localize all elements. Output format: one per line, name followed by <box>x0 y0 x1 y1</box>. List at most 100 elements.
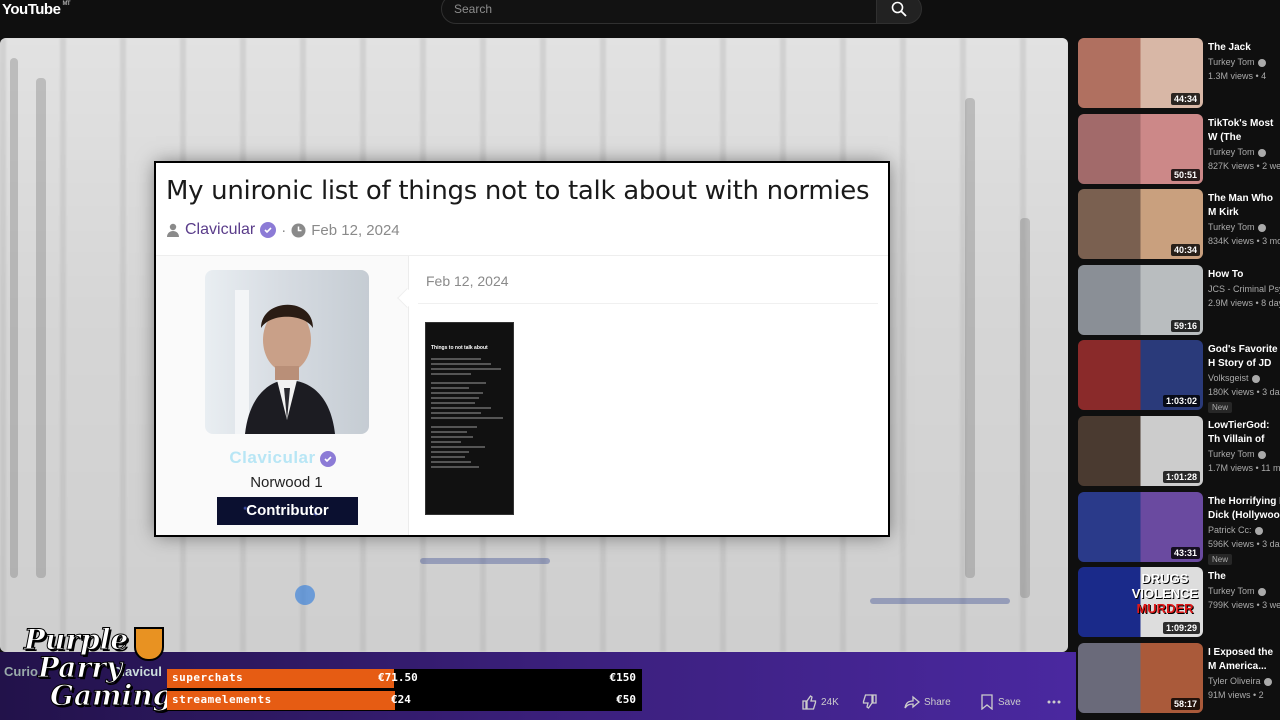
channel-name[interactable]: Turkey Tom <box>1208 222 1266 232</box>
channel-name[interactable]: Volksgeist <box>1208 373 1260 383</box>
share-icon <box>904 695 920 709</box>
video-duration: 58:17 <box>1170 698 1200 710</box>
recommended-video[interactable]: 43:31 The Horrifying I Dick (Hollywoo Patr… <box>1078 492 1280 565</box>
dislike-button[interactable] <box>862 694 878 710</box>
attachment-title: Things to not talk about <box>431 345 488 351</box>
verified-icon <box>1263 677 1272 686</box>
video-duration: 59:16 <box>1170 320 1200 332</box>
more-horizontal-icon <box>1047 700 1061 704</box>
verified-icon <box>1251 374 1260 383</box>
contributor-badge: Contributor <box>217 497 358 525</box>
channel-name[interactable]: Turkey Tom <box>1208 57 1266 67</box>
verified-icon <box>1257 223 1266 232</box>
channel-name[interactable]: Turkey Tom <box>1208 147 1266 157</box>
share-button[interactable]: Share <box>904 694 951 710</box>
video-thumbnail[interactable]: DRUGS VIOLENCE MURDER 1:09:29 <box>1078 567 1203 637</box>
crest-icon <box>134 627 164 661</box>
view-count: 2.9M views • 8 day <box>1208 298 1280 308</box>
profile-user-title: Norwood 1 <box>250 474 323 491</box>
clock-icon <box>291 223 306 237</box>
recommended-video-title[interactable]: The Bodybuilde <box>1208 570 1280 584</box>
recommended-video-title[interactable]: How To Interrog <box>1208 268 1280 282</box>
channel-name[interactable]: Patrick Cc: <box>1208 525 1263 535</box>
video-thumbnail[interactable]: 59:16 <box>1078 265 1203 335</box>
video-thumbnail[interactable]: 44:34 <box>1078 38 1203 108</box>
recommendations-sidebar: 44:34 The Jack Doher Turkey Tom 1.3M views … <box>1076 38 1280 720</box>
view-count: 1.7M views • 11 m <box>1208 463 1280 473</box>
avatar[interactable] <box>205 270 369 434</box>
recommended-video[interactable]: 1:01:28 LowTierGod: Th Villain of Comp Tur… <box>1078 416 1280 488</box>
channel-name[interactable]: JCS - Criminal Psy <box>1208 284 1280 294</box>
recommended-video[interactable]: 50:51 TikTok's Most W (The Buddey) Turkey … <box>1078 114 1280 186</box>
channel-name[interactable]: Tyler Oliveira <box>1208 676 1272 686</box>
goal-label: streamelements <box>172 693 272 706</box>
recommended-video[interactable]: 58:17 I Exposed the M America... Tyler Oli… <box>1078 643 1280 715</box>
verified-icon <box>1257 450 1266 459</box>
video-thumbnail[interactable]: 58:17 <box>1078 643 1203 713</box>
attachment-screenshot[interactable]: Things to not talk about <box>425 322 514 515</box>
post-body-date: Feb 12, 2024 <box>426 273 509 289</box>
more-options-button[interactable] <box>1046 694 1062 710</box>
video-thumbnail[interactable]: 1:03:02 <box>1078 340 1203 410</box>
recommended-video-title[interactable]: LowTierGod: Th Villain of Comp <box>1208 419 1280 447</box>
top-bar: YouTube MT Search <box>0 0 1280 36</box>
like-button[interactable]: 24K <box>801 694 839 710</box>
recommended-video-title[interactable]: The Jack Doher <box>1208 41 1280 55</box>
recommended-video[interactable]: 1:03:02 God's Favorite H Story of JD Van V… <box>1078 340 1280 413</box>
bg-shape <box>965 98 975 578</box>
recommended-video-title[interactable]: The Horrifying I Dick (Hollywoo <box>1208 495 1280 523</box>
thumbnail-word: DRUGS <box>1141 571 1189 586</box>
bg-shape <box>10 58 18 578</box>
recommended-video-title[interactable]: The Man Who M Kirk <box>1208 192 1280 220</box>
video-thumbnail[interactable]: 1:01:28 <box>1078 416 1203 486</box>
recommended-video-title[interactable]: God's Favorite H Story of JD Van <box>1208 343 1280 371</box>
verified-icon <box>1257 587 1266 596</box>
view-count: 834K views • 3 mo <box>1208 236 1280 246</box>
channel-name-text: Turkey Tom <box>1208 57 1255 67</box>
recommended-video-title[interactable]: TikTok's Most W (The Buddey) <box>1208 117 1280 145</box>
profile-username[interactable]: Clavicular <box>156 448 409 468</box>
goal-label: superchats <box>172 671 244 684</box>
recommended-video[interactable]: 44:34 The Jack Doher Turkey Tom 1.3M views … <box>1078 38 1280 110</box>
channel-name[interactable]: Turkey Tom <box>1208 449 1266 459</box>
meta-separator: · <box>281 221 287 239</box>
recommended-video-title[interactable]: I Exposed the M America... <box>1208 646 1280 674</box>
bg-shape <box>870 598 1010 604</box>
save-button[interactable]: Save <box>980 694 1021 710</box>
goal-current: €24 <box>391 693 411 706</box>
video-thumbnail[interactable]: 40:34 <box>1078 189 1203 259</box>
view-count: 1.3M views • 4 <box>1208 71 1267 81</box>
user-panel: Clavicular Norwood 1 Contributor <box>156 256 409 535</box>
view-count: 596K views • 3 day <box>1208 539 1280 549</box>
recommended-video[interactable]: 59:16 How To Interrog JCS - Criminal Psy 2.… <box>1078 265 1280 337</box>
new-badge: New <box>1208 554 1233 565</box>
thumbnail-word: MURDER <box>1136 601 1194 616</box>
youtube-logo[interactable]: YouTube MT <box>2 1 71 18</box>
video-duration: 43:31 <box>1170 547 1200 559</box>
bg-shape <box>36 78 46 578</box>
channel-name[interactable]: Turkey Tom <box>1208 586 1266 596</box>
new-badge: New <box>1208 402 1233 413</box>
recommended-video[interactable]: 40:34 The Man Who M Kirk Turkey Tom 834K vi… <box>1078 189 1280 261</box>
search-input[interactable]: Search <box>441 0 877 24</box>
thumbnail-word: VIOLENCE <box>1131 586 1199 601</box>
search-button[interactable] <box>876 0 922 24</box>
recommended-video[interactable]: DRUGSVIOLENCEMURDER 1:09:29 The Bodybuilde… <box>1078 567 1280 639</box>
author-link[interactable]: Clavicular <box>185 221 255 239</box>
user-icon <box>167 223 179 237</box>
view-count: 827K views • 2 we <box>1208 161 1280 171</box>
video-thumbnail[interactable]: 43:31 <box>1078 492 1203 562</box>
channel-name-text: Patrick Cc: <box>1208 525 1252 535</box>
logo-line: Gaming <box>49 679 173 713</box>
goal-target: €150 <box>609 671 637 684</box>
verified-icon <box>1257 58 1266 67</box>
donation-goals: superchats €71.50 €150 streamelements €2… <box>167 669 642 711</box>
video-duration: 1:03:02 <box>1162 395 1200 407</box>
channel-name-text: Tyler Oliveira <box>1208 676 1261 686</box>
thumbs-down-icon <box>862 694 877 709</box>
channel-name-text: Turkey Tom <box>1208 586 1255 596</box>
verified-icon <box>1257 148 1266 157</box>
video-thumbnail[interactable]: 50:51 <box>1078 114 1203 184</box>
post-title: My unironic list of things not to talk a… <box>166 176 870 206</box>
channel-name-text: Turkey Tom <box>1208 147 1255 157</box>
